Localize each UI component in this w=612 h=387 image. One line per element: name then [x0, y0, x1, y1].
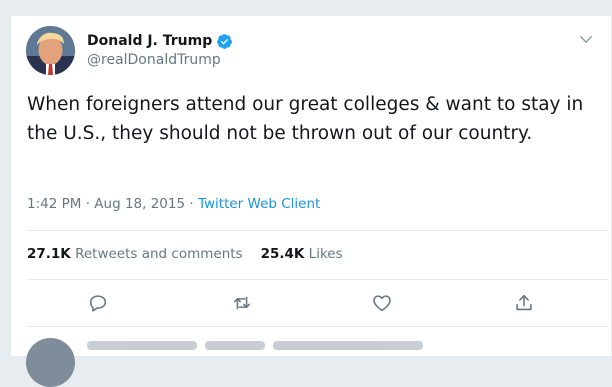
- meta-separator-dot: ·: [85, 196, 90, 212]
- author-row[interactable]: Donald J. Trump: [87, 31, 233, 51]
- retweets-stat[interactable]: 27.1K Retweets and comments: [27, 246, 243, 262]
- tweet-time[interactable]: 1:42 PM: [27, 196, 81, 212]
- retweets-count: 27.1K: [27, 246, 71, 262]
- meta-separator: ·: [189, 196, 198, 212]
- divider: [27, 230, 609, 231]
- handle[interactable]: @realDonaldTrump: [87, 52, 221, 68]
- next-tweet-avatar[interactable]: [26, 338, 75, 387]
- retweet-icon[interactable]: [231, 292, 253, 314]
- tweet-stats: 27.1K Retweets and comments 25.4K Likes: [27, 246, 343, 262]
- chevron-down-icon[interactable]: [577, 30, 595, 48]
- divider: [27, 279, 609, 280]
- next-tweet-handle-placeholder: [205, 340, 265, 350]
- heart-icon[interactable]: [371, 292, 393, 314]
- client-link[interactable]: Twitter Web Client: [198, 196, 320, 212]
- tweet-text: When foreigners attend our great college…: [27, 94, 584, 144]
- meta-separator: ·: [86, 196, 95, 212]
- avatar[interactable]: [26, 26, 75, 75]
- verified-badge-icon: [217, 33, 233, 49]
- reply-icon[interactable]: [87, 292, 109, 314]
- retweets-label: Retweets and comments: [75, 246, 243, 262]
- share-icon[interactable]: [513, 292, 535, 314]
- next-tweet-header: [87, 338, 423, 352]
- display-name[interactable]: Donald J. Trump: [87, 33, 212, 49]
- tweet-actions: [11, 292, 611, 316]
- likes-stat[interactable]: 25.4K Likes: [261, 246, 343, 262]
- likes-label: Likes: [308, 246, 343, 262]
- tweet-date[interactable]: Aug 18, 2015: [94, 196, 185, 212]
- tweet-card: Donald J. Trump @realDonaldTrump When fo…: [10, 16, 611, 387]
- tweet-meta: 1:42 PM · Aug 18, 2015 · Twitter Web Cli…: [27, 196, 320, 212]
- next-tweet-name-placeholder: [87, 340, 197, 350]
- avatar-image: [26, 26, 75, 75]
- meta-separator-dot: ·: [189, 196, 194, 212]
- divider: [27, 326, 609, 327]
- next-tweet-meta-placeholder: [273, 340, 423, 350]
- likes-count: 25.4K: [260, 246, 305, 262]
